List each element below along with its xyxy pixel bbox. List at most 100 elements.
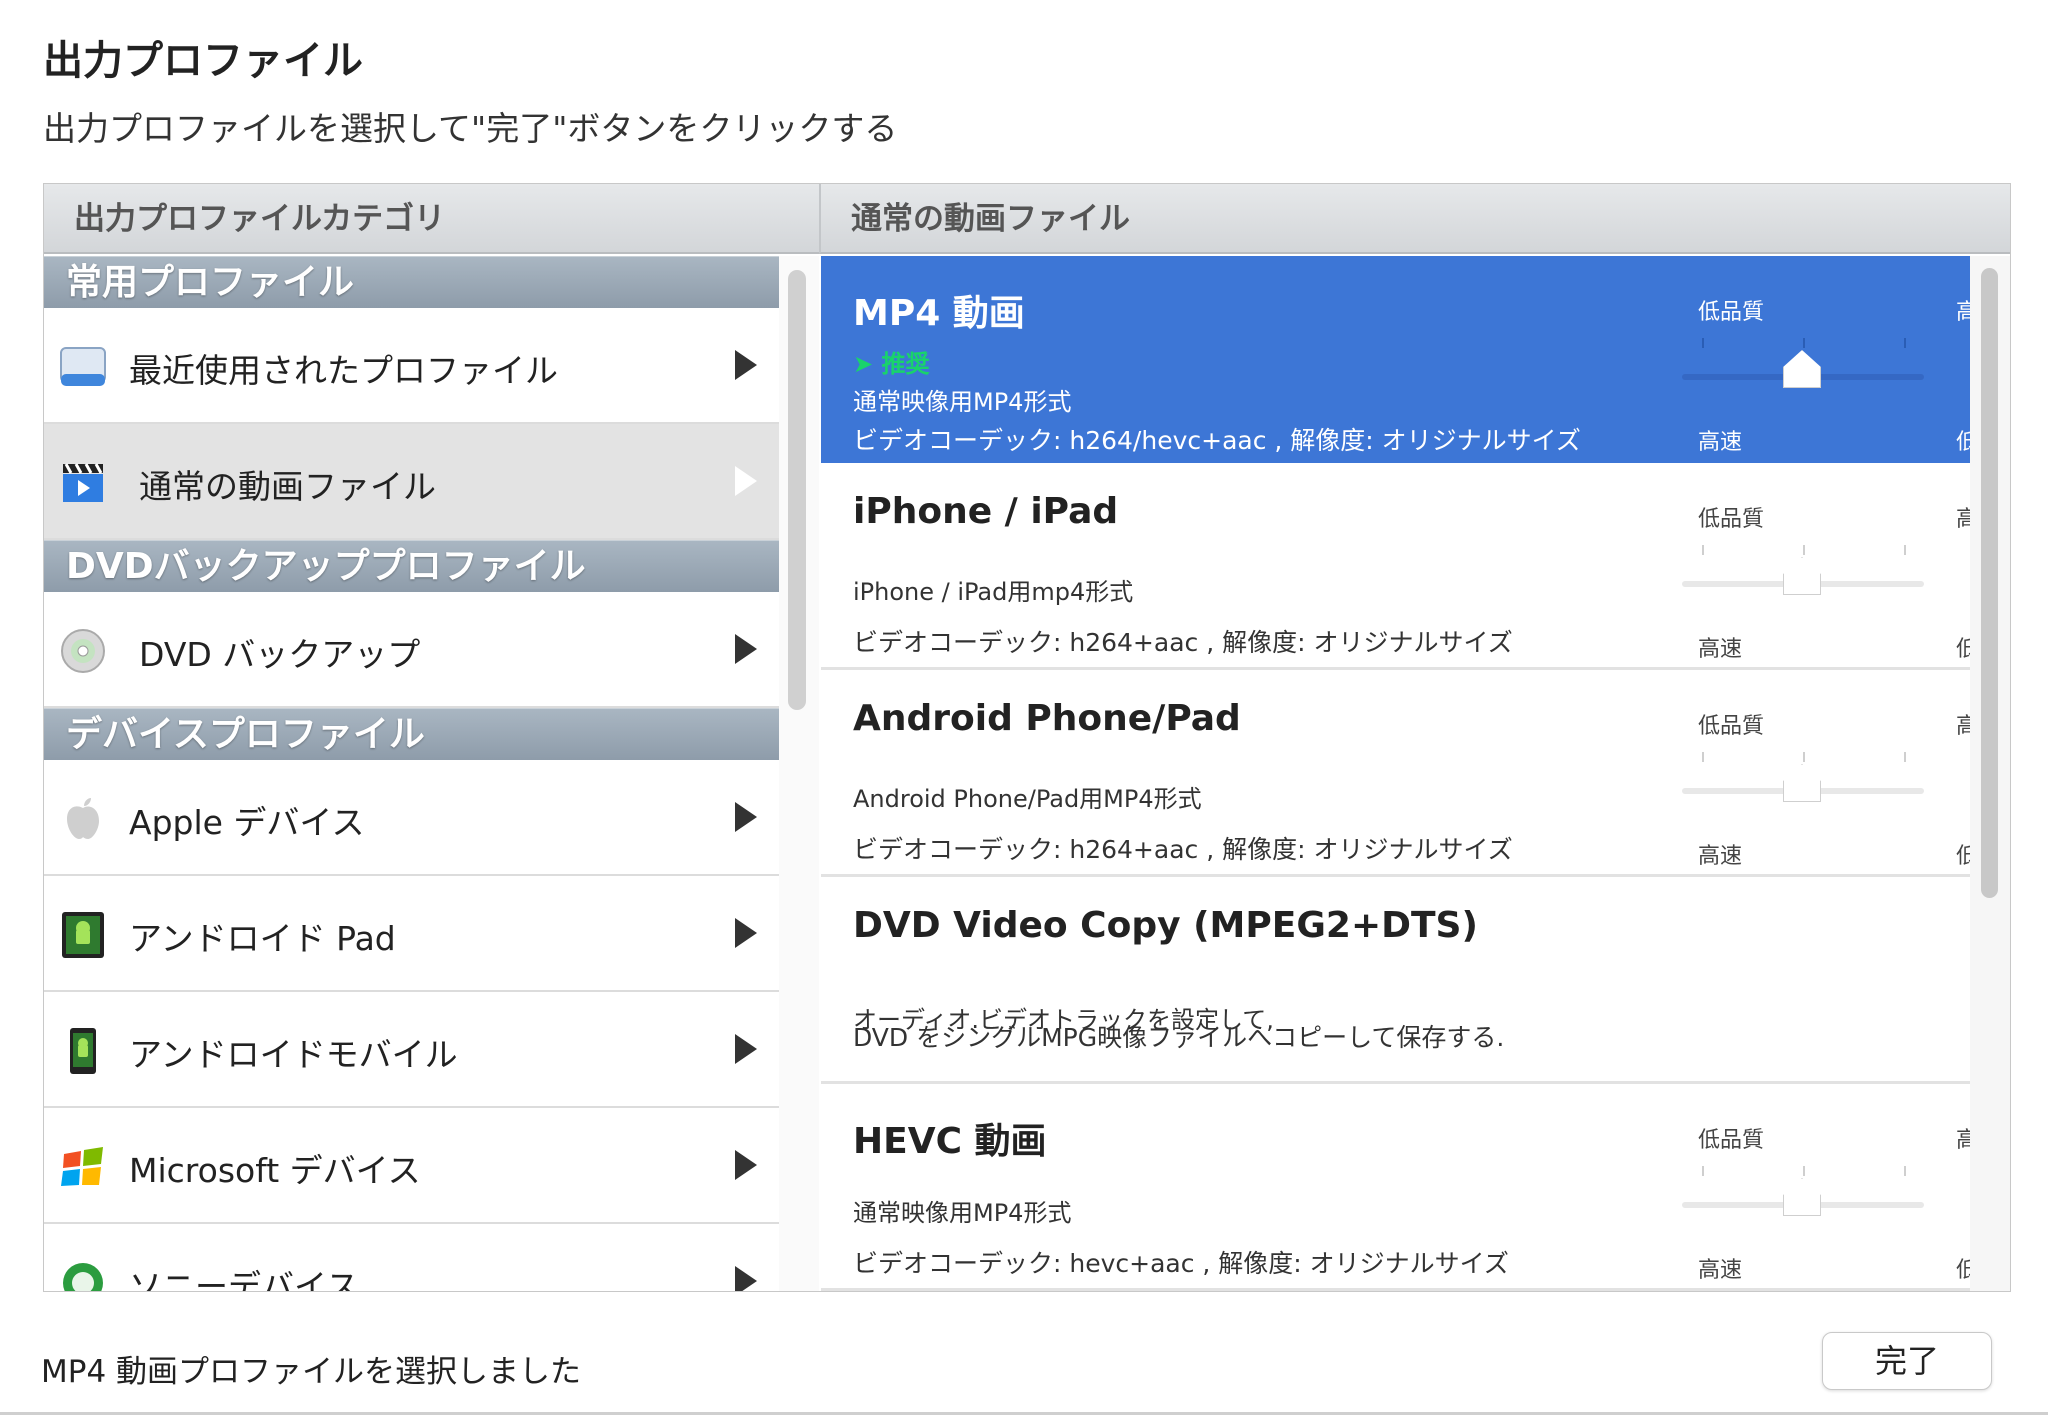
profile-description-line2: DVD をシングルMPG映像ファイルへコピーして保存する. — [853, 1023, 1505, 1052]
profile-column-header: 通常の動画ファイル — [819, 184, 2010, 254]
recommended-badge: ➤ 推奨 — [853, 350, 930, 378]
dialog-subtitle: 出力プロファイルを選択して"完了"ボタンをクリックする — [43, 109, 898, 148]
category-column-header: 出力プロファイルカテゴリ — [44, 184, 819, 254]
profile-scrollbar[interactable] — [1970, 256, 2010, 1291]
done-button[interactable]: 完了 — [1822, 1332, 1992, 1390]
section-header-device: デバイスプロファイル — [44, 708, 779, 760]
slider-tick — [1702, 338, 1704, 348]
high-quality-label: 高品質 — [1956, 501, 1970, 533]
profile-panel: 出力プロファイルカテゴリ 通常の動画ファイル 常用プロファイル 最近使用されたプ… — [43, 183, 2011, 1292]
android-pad-icon — [62, 912, 104, 958]
android-mobile-icon — [70, 1028, 96, 1074]
category-label: ソニーデバイス — [129, 1267, 360, 1291]
quality-slider-knob[interactable] — [1783, 557, 1821, 595]
dialog-title: 出力プロファイル — [43, 38, 363, 84]
chevron-right-icon — [735, 1150, 757, 1180]
sony-logo-icon — [63, 1263, 103, 1291]
slow-label: 低速 — [1956, 424, 1970, 456]
category-item-sony[interactable]: ソニーデバイス — [44, 1224, 779, 1291]
fast-label: 高速 — [1698, 637, 1743, 662]
low-quality-label: 低品質 — [1698, 714, 1765, 739]
slider-tick — [1803, 338, 1805, 348]
profile-name: iPhone / iPad — [853, 491, 1119, 532]
apple-logo-icon — [67, 798, 99, 839]
category-item-android-pad[interactable]: アンドロイド Pad — [44, 876, 779, 992]
category-list: 常用プロファイル 最近使用されたプロファイル 通常の動画ファイル DVDバックア… — [44, 256, 779, 1291]
chevron-right-icon — [735, 802, 757, 832]
profile-name: Android Phone/Pad — [853, 698, 1241, 739]
quality-slider-knob[interactable] — [1783, 764, 1821, 802]
slider-tick — [1702, 1166, 1704, 1176]
high-quality-label: 高品質 — [1956, 1122, 1970, 1154]
slider-tick — [1803, 545, 1805, 555]
profile-format: 通常映像用MP4形式 — [853, 1199, 1072, 1227]
clapperboard-icon — [63, 463, 103, 502]
profile-format: iPhone / iPad用mp4形式 — [853, 578, 1134, 606]
slider-tick — [1904, 1166, 1906, 1176]
category-label: Microsoft デバイス — [129, 1151, 421, 1190]
low-quality-label: 低品質 — [1698, 300, 1765, 325]
chevron-right-icon — [735, 350, 757, 380]
slider-tick — [1904, 752, 1906, 762]
slider-tick — [1702, 752, 1704, 762]
quality-slider-knob[interactable] — [1783, 350, 1821, 388]
fast-label: 高速 — [1698, 844, 1743, 869]
profile-item-mp4[interactable]: MP4 動画 ➤ 推奨 通常映像用MP4形式 ビデオコーデック: h264/he… — [821, 256, 1970, 463]
slow-label: 低速 — [1956, 631, 1970, 663]
profile-codec: ビデオコーデック: h264+aac , 解像度: オリジナルサイズ — [853, 628, 1513, 657]
category-item-microsoft[interactable]: Microsoft デバイス — [44, 1108, 779, 1224]
quality-slider-knob[interactable] — [1783, 1178, 1821, 1216]
category-label: アンドロイド Pad — [129, 919, 396, 958]
dvd-disc-icon — [61, 629, 105, 673]
high-quality-label: 高品質 — [1956, 708, 1970, 740]
low-quality-label: 低品質 — [1698, 507, 1765, 532]
profile-item-hevc[interactable]: HEVC 動画 通常映像用MP4形式 ビデオコーデック: hevc+aac , … — [821, 1084, 1970, 1291]
fast-label: 高速 — [1698, 430, 1743, 455]
recent-profiles-icon — [60, 347, 106, 386]
high-quality-label: 高品質 — [1956, 294, 1970, 326]
slider-tick — [1702, 545, 1704, 555]
profile-item-iphone-ipad[interactable]: iPhone / iPad iPhone / iPad用mp4形式 ビデオコーデ… — [821, 463, 1970, 670]
section-header-dvd-backup: DVDバックアッププロファイル — [44, 540, 779, 592]
category-scrollbar-thumb[interactable] — [788, 270, 806, 710]
slider-tick — [1803, 752, 1805, 762]
profile-name: MP4 動画 — [853, 293, 1025, 334]
chevron-right-icon — [735, 1266, 757, 1291]
slider-tick — [1904, 545, 1906, 555]
profile-item-android[interactable]: Android Phone/Pad Android Phone/Pad用MP4形… — [821, 670, 1970, 877]
profile-format: 通常映像用MP4形式 — [853, 388, 1072, 416]
category-item-normal-video[interactable]: 通常の動画ファイル — [44, 424, 779, 540]
category-label: 最近使用されたプロファイル — [129, 351, 558, 390]
category-label: アンドロイドモバイル — [129, 1035, 458, 1074]
category-label: DVD バックアップ — [139, 635, 421, 674]
slow-label: 低速 — [1956, 1252, 1970, 1284]
status-message: MP4 動画プロファイルを選択しました — [41, 1354, 582, 1390]
chevron-right-icon — [735, 634, 757, 664]
category-item-android-mobile[interactable]: アンドロイドモバイル — [44, 992, 779, 1108]
chevron-right-icon — [735, 1034, 757, 1064]
category-item-dvd-backup[interactable]: DVD バックアップ — [44, 592, 779, 708]
profile-format: Android Phone/Pad用MP4形式 — [853, 785, 1202, 813]
slider-tick — [1904, 338, 1906, 348]
profile-scrollbar-thumb[interactable] — [1981, 268, 1998, 898]
profile-name: DVD Video Copy (MPEG2+DTS) — [853, 905, 1478, 946]
category-item-apple[interactable]: Apple デバイス — [44, 760, 779, 876]
chevron-right-icon — [735, 918, 757, 948]
profile-item-dvd-copy[interactable]: DVD Video Copy (MPEG2+DTS) オーディオ.ビデオトラック… — [821, 877, 1970, 1084]
category-label: 通常の動画ファイル — [139, 467, 436, 506]
profile-name: HEVC 動画 — [853, 1121, 1047, 1162]
category-scrollbar[interactable] — [779, 256, 819, 1291]
profile-codec: ビデオコーデック: hevc+aac , 解像度: オリジナルサイズ — [853, 1249, 1509, 1278]
category-item-recent[interactable]: 最近使用されたプロファイル — [44, 308, 779, 424]
low-quality-label: 低品質 — [1698, 1128, 1765, 1153]
profile-codec: ビデオコーデック: h264+aac , 解像度: オリジナルサイズ — [853, 835, 1513, 864]
slider-tick — [1803, 1166, 1805, 1176]
profile-list: MP4 動画 ➤ 推奨 通常映像用MP4形式 ビデオコーデック: h264/he… — [821, 256, 1970, 1291]
category-label: Apple デバイス — [129, 803, 365, 842]
slow-label: 低速 — [1956, 838, 1970, 870]
fast-label: 高速 — [1698, 1258, 1743, 1283]
section-header-common: 常用プロファイル — [44, 256, 779, 308]
chevron-right-icon — [735, 466, 757, 496]
windows-logo-icon — [61, 1147, 103, 1186]
profile-codec: ビデオコーデック: h264/hevc+aac , 解像度: オリジナルサイズ — [853, 426, 1581, 455]
